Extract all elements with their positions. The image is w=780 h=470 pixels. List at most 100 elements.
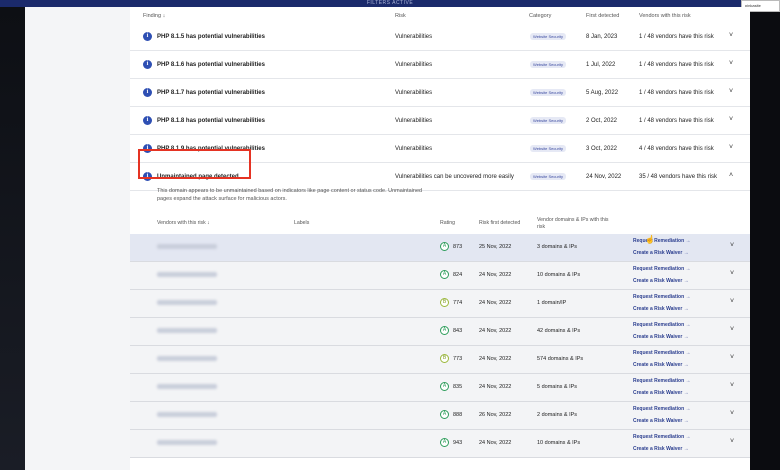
header-domains-line-2: risk bbox=[537, 224, 546, 230]
vendor-domains[interactable]: 1 domain/IP bbox=[537, 300, 566, 306]
create-risk-waiver-link[interactable]: Create a Risk Waiver → bbox=[633, 306, 689, 312]
risk-first-detected: 24 Nov, 2022 bbox=[479, 328, 512, 334]
vendors-count: 35 / 48 vendors have this risk bbox=[639, 174, 718, 180]
chevron-down-icon[interactable]: ˅ bbox=[730, 382, 734, 389]
finding-title: PHP 8.1.5 has potential vulnerabilities bbox=[157, 34, 265, 40]
create-risk-waiver-link[interactable]: Create a Risk Waiver → bbox=[633, 250, 689, 256]
vendor-name-blurred[interactable] bbox=[157, 272, 217, 277]
finding-title: PHP 8.1.8 has potential vulnerabilities bbox=[157, 118, 265, 124]
vendor-row[interactable]: A 943 24 Nov, 2022 10 domains & IPs Request … bbox=[130, 430, 750, 458]
chevron-down-icon[interactable]: ˅ bbox=[730, 438, 734, 445]
category-badge: Website Security bbox=[530, 145, 566, 152]
vendor-name-blurred[interactable] bbox=[157, 300, 217, 305]
create-risk-waiver-link[interactable]: Create a Risk Waiver → bbox=[633, 390, 689, 396]
risk-first-detected: 26 Nov, 2022 bbox=[479, 412, 512, 418]
vendor-row[interactable]: B 773 24 Nov, 2022 574 domains & IPs Request… bbox=[130, 346, 750, 374]
chevron-icon[interactable]: ˅ bbox=[729, 32, 733, 39]
vendor-domains[interactable]: 2 domains & IPs bbox=[537, 412, 577, 418]
chevron-icon[interactable]: ˄ bbox=[729, 172, 733, 179]
vendor-name-blurred[interactable] bbox=[157, 356, 217, 361]
risk-first-detected: 24 Nov, 2022 bbox=[479, 440, 512, 446]
vendor-row[interactable]: A 888 26 Nov, 2022 2 domains & IPs Request R… bbox=[130, 402, 750, 430]
vendor-domains[interactable]: 42 domains & IPs bbox=[537, 328, 580, 334]
description-line-2: pages expand the attack surface for mali… bbox=[157, 195, 287, 202]
create-risk-waiver-link[interactable]: Create a Risk Waiver → bbox=[633, 278, 689, 284]
request-remediation-link[interactable]: Request Remediation → bbox=[633, 406, 691, 412]
vendor-row[interactable]: A 835 24 Nov, 2022 5 domains & IPs Request R… bbox=[130, 374, 750, 402]
vendors-count: 1 / 48 vendors have this risk bbox=[639, 118, 714, 124]
risk-first-detected: 24 Nov, 2022 bbox=[479, 300, 512, 306]
category-badge: Website Security bbox=[530, 117, 566, 124]
finding-row[interactable]: i PHP 8.1.6 has potential vulnerabilities… bbox=[130, 51, 750, 79]
header-category: Category bbox=[529, 13, 552, 19]
request-remediation-link[interactable]: Request Remediation → bbox=[633, 378, 691, 384]
request-remediation-link[interactable]: Request Remediation → bbox=[633, 322, 691, 328]
highlight-box bbox=[138, 149, 251, 179]
rating-score: 943 bbox=[453, 440, 463, 446]
finding-risk: Vulnerabilities bbox=[395, 62, 433, 68]
request-remediation-link[interactable]: Request Remediation → bbox=[633, 294, 691, 300]
header-finding[interactable]: Finding ↓ bbox=[143, 13, 165, 19]
vendor-domains[interactable]: 3 domains & IPs bbox=[537, 244, 577, 250]
create-risk-waiver-link[interactable]: Create a Risk Waiver → bbox=[633, 334, 689, 340]
rating-score: 824 bbox=[453, 272, 463, 278]
finding-row[interactable]: i PHP 8.1.5 has potential vulnerabilities… bbox=[130, 23, 750, 51]
chevron-down-icon[interactable]: ˅ bbox=[730, 326, 734, 333]
rating-score: 873 bbox=[453, 244, 463, 250]
risk-first-detected: 24 Nov, 2022 bbox=[479, 356, 512, 362]
vendor-name-blurred[interactable] bbox=[157, 384, 217, 389]
header-rating: Rating bbox=[440, 220, 455, 226]
finding-title: PHP 8.1.7 has potential vulnerabilities bbox=[157, 90, 265, 96]
chevron-down-icon[interactable]: ˅ bbox=[730, 270, 734, 277]
finding-risk: Vulnerabilities bbox=[395, 34, 433, 40]
finding-title: PHP 8.1.6 has potential vulnerabilities bbox=[157, 62, 265, 68]
request-remediation-link[interactable]: Request Remediation → bbox=[633, 434, 691, 440]
rating-score: 773 bbox=[453, 356, 463, 362]
vendor-name-blurred[interactable] bbox=[157, 412, 217, 417]
vendor-row[interactable]: A 873 25 Nov, 2022 3 domains & IPs Request R… bbox=[130, 234, 750, 262]
chevron-icon[interactable]: ˅ bbox=[729, 116, 733, 123]
findings-table: Finding ↓ Risk Category First detected V… bbox=[130, 7, 750, 470]
create-risk-waiver-link[interactable]: Create a Risk Waiver → bbox=[633, 446, 689, 452]
grade-badge: A bbox=[440, 326, 449, 335]
table-header: Finding ↓ Risk Category First detected V… bbox=[130, 7, 750, 23]
vendor-name-blurred[interactable] bbox=[157, 244, 217, 249]
vendors-count: 1 / 48 vendors have this risk bbox=[639, 34, 714, 40]
header-domains-line-1: Vendor domains & IPs with this bbox=[537, 217, 609, 223]
create-risk-waiver-link[interactable]: Create a Risk Waiver → bbox=[633, 418, 689, 424]
chevron-icon[interactable]: ˅ bbox=[729, 88, 733, 95]
chevron-down-icon[interactable]: ˅ bbox=[730, 410, 734, 417]
request-remediation-link[interactable]: Request Remediation → bbox=[633, 350, 691, 356]
header-risk-first-detected: Risk first detected bbox=[479, 220, 521, 226]
vendor-row[interactable]: A 843 24 Nov, 2022 42 domains & IPs Request … bbox=[130, 318, 750, 346]
grade-badge: A bbox=[440, 270, 449, 279]
header-risk: Risk bbox=[395, 13, 406, 19]
rating-score: 843 bbox=[453, 328, 463, 334]
chevron-icon[interactable]: ˅ bbox=[729, 60, 733, 67]
vendors-count: 1 / 48 vendors have this risk bbox=[639, 62, 714, 68]
chevron-icon[interactable]: ˅ bbox=[729, 144, 733, 151]
header-first-detected: First detected bbox=[586, 13, 620, 19]
header-vendors-with-risk[interactable]: Vendors with this risk ↓ bbox=[157, 220, 210, 226]
finding-row[interactable]: i PHP 8.1.7 has potential vulnerabilities… bbox=[130, 79, 750, 107]
vendor-row[interactable]: B 774 24 Nov, 2022 1 domain/IP Request Remed… bbox=[130, 290, 750, 318]
chevron-down-icon[interactable]: ˅ bbox=[730, 354, 734, 361]
grade-badge: A bbox=[440, 438, 449, 447]
vendor-domains[interactable]: 10 domains & IPs bbox=[537, 440, 580, 446]
vendors-count: 1 / 48 vendors have this risk bbox=[639, 90, 714, 96]
vendor-domains[interactable]: 574 domains & IPs bbox=[537, 356, 583, 362]
vendor-domains[interactable]: 5 domains & IPs bbox=[537, 384, 577, 390]
request-remediation-link[interactable]: Request Remediation → bbox=[633, 266, 691, 272]
finding-row[interactable]: i PHP 8.1.8 has potential vulnerabilities… bbox=[130, 107, 750, 135]
vendor-name-blurred[interactable] bbox=[157, 440, 217, 445]
first-detected: 3 Oct, 2022 bbox=[586, 146, 618, 152]
create-risk-waiver-link[interactable]: Create a Risk Waiver → bbox=[633, 362, 689, 368]
info-icon: i bbox=[143, 32, 152, 41]
chevron-down-icon[interactable]: ˅ bbox=[730, 242, 734, 249]
category-badge: Website Security bbox=[530, 89, 566, 96]
vendor-name-blurred[interactable] bbox=[157, 328, 217, 333]
vendor-row[interactable]: A 824 24 Nov, 2022 10 domains & IPs Request … bbox=[130, 262, 750, 290]
chevron-down-icon[interactable]: ˅ bbox=[730, 298, 734, 305]
request-remediation-link[interactable]: Request Remediation → bbox=[633, 238, 691, 244]
vendor-domains[interactable]: 10 domains & IPs bbox=[537, 272, 580, 278]
